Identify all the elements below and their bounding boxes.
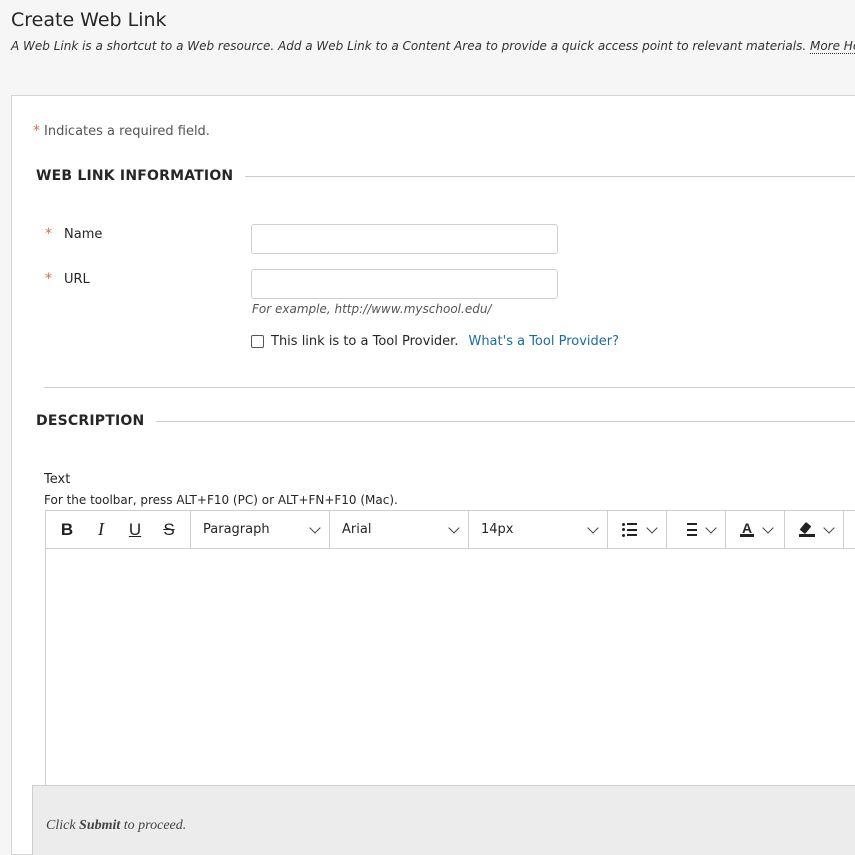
section-rule [245,175,855,177]
submit-footer: Click Submit to proceed. [32,785,855,855]
footer-suffix: to proceed. [123,818,187,833]
section-divider [44,387,855,388]
highlight-color-button[interactable] [785,511,844,548]
name-label-text: Name [64,227,103,242]
italic-button[interactable]: I [84,519,118,540]
bullet-list-button[interactable] [608,511,667,548]
font-size-value: 14px [481,522,514,537]
chevron-down-icon [309,521,321,534]
underline-button[interactable]: U [118,520,152,540]
section-web-link-information: WEB LINK INFORMATION [36,168,855,184]
bold-button[interactable]: B [50,520,84,540]
footer-instruction: Click Submit to proceed. [46,818,186,834]
text-label: Text [44,472,71,487]
page-description: A Web Link is a shortcut to a Web resour… [11,39,855,54]
url-hint: For example, http://www.myschool.edu/ [252,302,492,316]
editor-toolbar: B I U S Paragraph Arial 14px A [46,511,855,549]
text-color-icon: A [740,520,755,537]
required-asterisk: * [45,226,52,242]
section-rule [156,420,855,422]
font-size-select[interactable]: 14px [469,511,608,548]
url-label-text: URL [64,272,90,287]
toolbar-hint: For the toolbar, press ALT+F10 (PC) or A… [44,493,398,507]
footer-action: Submit [79,818,121,833]
required-note-text: Indicates a required field. [44,124,210,139]
page-description-text: A Web Link is a shortcut to a Web resour… [11,39,807,53]
numbered-list-icon [681,523,697,537]
page-title: Create Web Link [11,9,167,31]
tool-provider-label[interactable]: This link is to a Tool Provider. [271,334,458,349]
highlighter-icon [799,521,815,537]
numbered-list-button[interactable] [667,511,726,548]
chevron-down-icon [448,521,460,534]
more-help-link[interactable]: More Help [809,39,855,54]
tool-provider-checkbox[interactable] [251,335,264,348]
rich-text-editor: B I U S Paragraph Arial 14px A [45,510,855,810]
url-label: * URL [45,271,90,287]
tool-provider-row: This link is to a Tool Provider. What's … [251,334,619,349]
format-group: B I U S [46,511,191,548]
section-description: DESCRIPTION [36,413,855,429]
chevron-down-icon [587,521,599,534]
url-input[interactable] [251,269,558,299]
chevron-down-icon [823,521,835,534]
section-heading: WEB LINK INFORMATION [36,168,234,184]
required-asterisk: * [33,123,40,139]
font-family-value: Arial [342,522,372,537]
strikethrough-button[interactable]: S [152,520,186,540]
paragraph-select[interactable]: Paragraph [191,511,330,548]
footer-prefix: Click [46,818,76,833]
name-label: * Name [45,226,102,242]
required-asterisk: * [45,271,52,287]
form-panel: * Indicates a required field. WEB LINK IN… [11,95,855,855]
required-note: * Indicates a required field. [33,123,210,139]
chevron-down-icon [705,521,717,534]
bullet-list-icon [622,522,638,537]
name-input[interactable] [251,224,558,254]
section-heading: DESCRIPTION [36,413,145,429]
font-family-select[interactable]: Arial [330,511,469,548]
chevron-down-icon [762,521,774,534]
tool-provider-help-link[interactable]: What's a Tool Provider? [468,334,619,349]
editor-content-area[interactable] [46,549,855,804]
chevron-down-icon [646,521,658,534]
text-color-button[interactable]: A [726,511,785,548]
paragraph-select-value: Paragraph [203,522,270,537]
